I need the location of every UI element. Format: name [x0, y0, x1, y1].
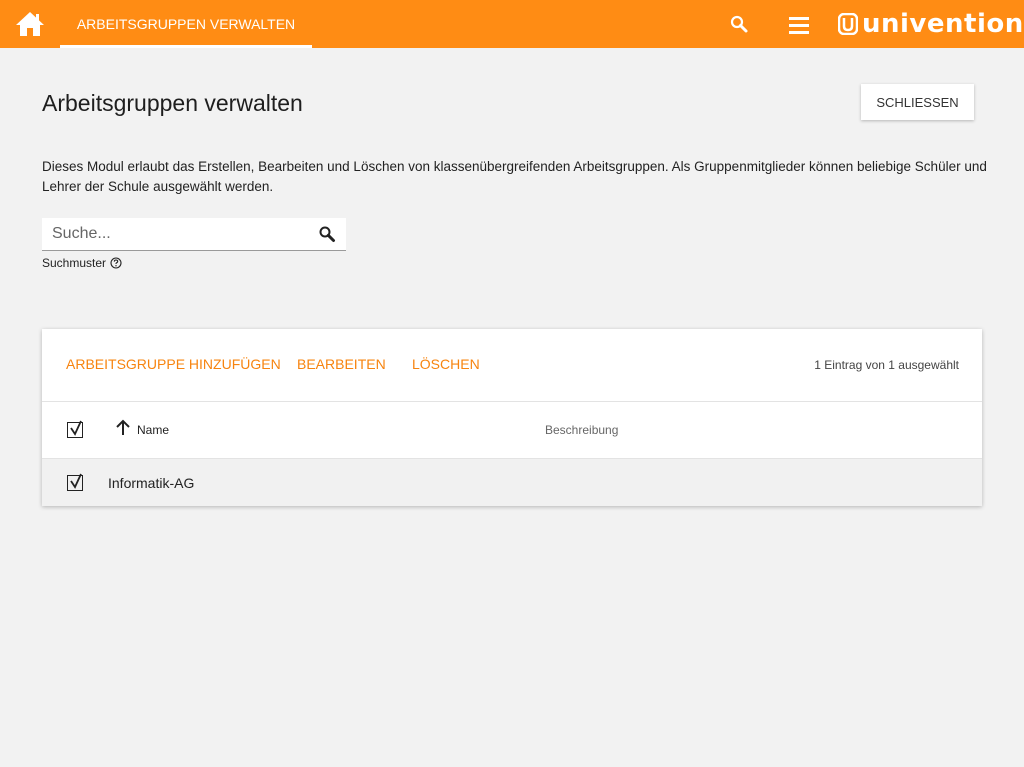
search-icon[interactable] [318, 225, 336, 243]
row-name-cell: Informatik-AG [108, 475, 195, 491]
help-icon[interactable] [110, 257, 122, 269]
add-workgroup-button[interactable]: ARBEITSGRUPPE HINZUFÜGEN [66, 356, 281, 372]
workgroup-grid: ARBEITSGRUPPE HINZUFÜGEN BEARBEITEN LÖSC… [42, 329, 982, 506]
edit-button[interactable]: BEARBEITEN [297, 356, 386, 372]
top-bar: ARBEITSGRUPPEN VERWALTEN univention [0, 0, 1024, 48]
table-row[interactable]: Informatik-AG [42, 459, 982, 506]
home-icon[interactable] [14, 10, 46, 38]
univention-logo-icon [838, 13, 858, 35]
selection-status: 1 Eintrag von 1 ausgewählt [814, 358, 959, 372]
tab-label: ARBEITSGRUPPEN VERWALTEN [76, 16, 296, 32]
search-pattern-label: Suchmuster [42, 256, 107, 270]
select-all-checkbox[interactable] [67, 420, 83, 438]
hamburger-menu-icon[interactable] [787, 14, 811, 36]
row-checkbox[interactable] [67, 473, 83, 491]
search-input[interactable] [42, 218, 322, 250]
column-header-description[interactable]: Beschreibung [545, 423, 618, 437]
logo-text: univention [862, 9, 1024, 39]
toolbar-divider [42, 401, 982, 402]
module-description: Dieses Modul erlaubt das Erstellen, Bear… [42, 159, 987, 194]
search-icon[interactable] [729, 14, 749, 34]
delete-button[interactable]: LÖSCHEN [412, 356, 480, 372]
column-header-name[interactable]: Name [137, 423, 169, 437]
search-field [42, 218, 346, 251]
checkmark-icon [70, 473, 82, 489]
search-pattern-hint: Suchmuster [42, 256, 122, 270]
sort-ascending-icon[interactable] [115, 418, 131, 436]
tab-arbeitsgruppen-verwalten[interactable]: ARBEITSGRUPPEN VERWALTEN [60, 0, 312, 48]
close-button[interactable]: SCHLIESSEN [861, 84, 974, 120]
page-title: Arbeitsgruppen verwalten [42, 90, 303, 116]
checkmark-icon [70, 420, 82, 436]
univention-logo: univention [838, 9, 1024, 39]
